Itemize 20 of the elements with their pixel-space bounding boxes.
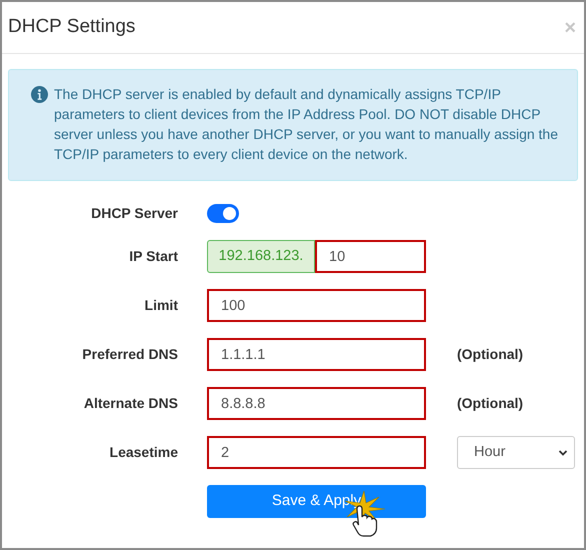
optional-note: (Optional) xyxy=(457,345,524,364)
field-label: Preferred DNS xyxy=(81,345,178,364)
chevron-down-icon xyxy=(558,448,568,458)
input-field[interactable]: 8.8.8.8 xyxy=(207,387,426,420)
input-field[interactable]: 2 xyxy=(207,436,426,469)
info-text: The DHCP server is enabled by default and dynamically assigns TCP/IP parameters to client devices from the IP Address Pool. DO NOT disable DHCP server unless you have another DHCP server, or you want to manually assign the TCP/IP parameters to every client device on the network. xyxy=(54,85,559,164)
field-label: Limit xyxy=(144,296,178,315)
input-field[interactable]: 10 xyxy=(315,240,426,273)
input-field[interactable]: 1.1.1.1 xyxy=(207,338,426,371)
field-label: DHCP Server xyxy=(90,204,178,223)
field-label: Leasetime xyxy=(108,443,178,462)
field-label: IP Start xyxy=(128,247,178,266)
toggle-switch[interactable] xyxy=(207,204,239,223)
dialog-title: DHCP Settings xyxy=(8,15,136,40)
unit-dropdown[interactable]: Hour xyxy=(457,436,575,469)
field-label: Alternate DNS xyxy=(82,394,178,413)
optional-note: (Optional) xyxy=(457,394,524,413)
info-icon xyxy=(31,86,48,103)
ip-prefix: 192.168.123. xyxy=(207,240,315,273)
input-field[interactable]: 100 xyxy=(207,289,426,322)
